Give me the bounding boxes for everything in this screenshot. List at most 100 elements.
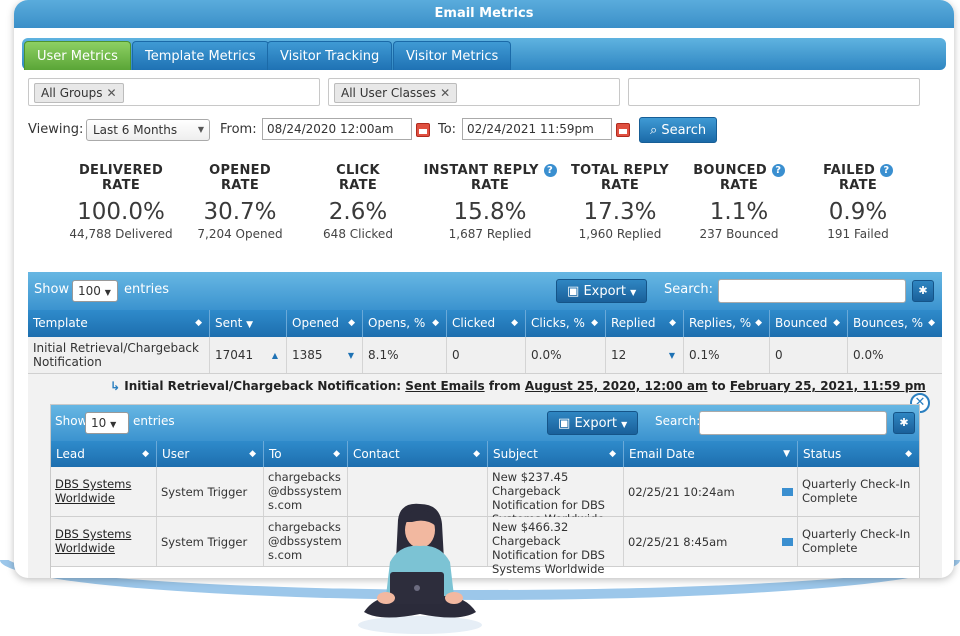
col-replied[interactable]: Replied ◆: [606, 310, 684, 337]
lead-link[interactable]: DBS Systems Worldwide: [55, 477, 131, 505]
cell-clicks-pct: 0.0%: [526, 337, 606, 373]
table-row[interactable]: Initial Retrieval/Chargeback Notificatio…: [28, 337, 942, 374]
inner-page-size-value: 10: [91, 416, 107, 430]
export-icon: ▣: [567, 284, 580, 299]
col-template[interactable]: Template ◆: [28, 310, 210, 337]
period-select[interactable]: Last 6 Months ▼: [86, 119, 210, 141]
calendar-icon[interactable]: [416, 123, 430, 137]
help-icon[interactable]: ?: [879, 164, 893, 177]
window-title: Email Metrics: [14, 0, 954, 28]
stat-bounced-rate: BOUNCED ? RATE 1.1% 237 Bounced: [674, 163, 804, 241]
envelope-icon[interactable]: [782, 488, 793, 496]
cell-email-date-value: 02/25/21 10:24am: [628, 485, 735, 499]
drilldown-from-word: from: [488, 379, 521, 393]
col-bounced-label: Bounced: [775, 316, 828, 330]
stat-sub: 7,204 Opened: [197, 227, 283, 241]
col-subject[interactable]: Subject ◆: [488, 441, 624, 467]
col-bounced[interactable]: Bounced ◆: [770, 310, 848, 337]
tab-visitor-metrics[interactable]: Visitor Metrics: [393, 41, 512, 70]
sort-icon: ◆: [333, 449, 340, 459]
user-classes-chip-label: All User Classes: [341, 86, 437, 100]
col-user[interactable]: User ◆: [157, 441, 264, 467]
inner-export-button[interactable]: ▣ Export ▼: [547, 411, 639, 435]
stat-instant-reply-rate: INSTANT REPLY ? RATE 15.8% 1,687 Replied: [415, 163, 565, 241]
caret-down-icon[interactable]: ▼: [348, 337, 354, 374]
col-lead[interactable]: Lead ◆: [51, 441, 157, 467]
tab-user-metrics[interactable]: User Metrics: [24, 41, 131, 70]
stat-title-line2: RATE: [838, 178, 877, 193]
stat-total-reply-rate: TOTAL REPLY RATE 17.3% 1,960 Replied: [555, 163, 685, 241]
col-clicks-pct[interactable]: Clicks, % ◆: [526, 310, 606, 337]
inner-page-size-select[interactable]: 10 ▼: [85, 412, 129, 434]
col-opens-pct[interactable]: Opens, % ◆: [363, 310, 447, 337]
tab-visitor-tracking[interactable]: Visitor Tracking: [267, 41, 393, 70]
sort-icon: ◆: [348, 318, 355, 328]
remove-user-classes-icon[interactable]: ✕: [440, 86, 450, 100]
caret-down-icon[interactable]: ▼: [669, 337, 675, 374]
col-email-date[interactable]: Email Date ▼: [624, 441, 798, 467]
cell-opens-pct: 8.1%: [363, 337, 447, 373]
gear-icon[interactable]: ✱: [893, 412, 915, 434]
col-contact[interactable]: Contact ◆: [348, 441, 488, 467]
stat-sub: 237 Bounced: [699, 227, 779, 241]
cell-sent: 17041 ▲: [210, 337, 287, 373]
inner-search-input[interactable]: [699, 411, 887, 435]
stat-title: TOTAL REPLY RATE: [555, 163, 685, 193]
col-opened[interactable]: Opened ◆: [287, 310, 363, 337]
groups-chip-label: All Groups: [41, 86, 103, 100]
arrow-return-icon: ↳: [110, 379, 121, 393]
tabs-bar: User Metrics Template Metrics Visitor Tr…: [22, 38, 946, 70]
col-sent[interactable]: Sent ▼: [210, 310, 287, 337]
tab-template-metrics[interactable]: Template Metrics: [132, 41, 269, 70]
user-classes-chip[interactable]: All User Classes ✕: [334, 83, 458, 103]
from-date-input[interactable]: 08/24/2020 12:00am: [262, 118, 412, 140]
cell-user: System Trigger: [157, 467, 264, 516]
cell-lead: DBS Systems Worldwide: [51, 517, 157, 566]
remove-groups-icon[interactable]: ✕: [106, 86, 116, 100]
col-opened-label: Opened: [292, 316, 340, 330]
col-replies-pct[interactable]: Replies, % ◆: [684, 310, 770, 337]
col-to[interactable]: To ◆: [264, 441, 348, 467]
cell-opened: 1385 ▼: [287, 337, 363, 373]
stat-title-line1: CLICK: [336, 163, 380, 178]
col-user-label: User: [162, 447, 190, 461]
col-bounces-pct[interactable]: Bounces, % ◆: [848, 310, 942, 337]
stat-title: OPENED RATE: [175, 163, 305, 193]
viewing-label: Viewing:: [28, 122, 84, 137]
table-search-input[interactable]: [718, 279, 906, 303]
col-clicked[interactable]: Clicked ◆: [447, 310, 526, 337]
groups-filter[interactable]: All Groups ✕: [28, 78, 320, 106]
help-icon[interactable]: ?: [771, 164, 785, 177]
sort-icon: ◆: [928, 318, 935, 328]
entries-label: entries: [124, 282, 170, 297]
cell-replied-value: 12: [611, 348, 627, 362]
inner-show-label: Show: [55, 414, 88, 428]
table-toolbar: Show 100 ▼ entries ▣ Export ▼ Search: ✱: [28, 272, 942, 310]
sort-icon: ◆: [669, 318, 676, 328]
page-size-select[interactable]: 100 ▼: [72, 280, 118, 302]
envelope-icon[interactable]: [782, 538, 793, 546]
lead-link[interactable]: DBS Systems Worldwide: [55, 527, 131, 555]
stat-value: 17.3%: [583, 199, 657, 225]
cell-template: Initial Retrieval/Chargeback Notificatio…: [28, 337, 210, 373]
cell-user: System Trigger: [157, 517, 264, 566]
page-size-value: 100: [78, 284, 101, 298]
sort-icon: ◆: [195, 318, 202, 328]
stat-title: DELIVERED RATE: [56, 163, 186, 193]
stat-title-line1: TOTAL REPLY: [570, 163, 670, 178]
export-button[interactable]: ▣ Export ▼: [556, 279, 648, 303]
third-filter[interactable]: [628, 78, 920, 106]
caret-up-icon[interactable]: ▲: [272, 337, 278, 374]
calendar-icon[interactable]: [616, 123, 630, 137]
col-status[interactable]: Status ◆: [798, 441, 919, 467]
table-header: Template ◆ Sent ▼ Opened ◆ Opens, % ◆ Click…: [28, 310, 942, 337]
cell-email-date: 02/25/21 10:24am: [624, 467, 798, 516]
user-classes-filter[interactable]: All User Classes ✕: [328, 78, 620, 106]
stat-sub: 1,960 Replied: [578, 227, 662, 241]
search-button[interactable]: ⌕ Search: [639, 117, 718, 143]
stat-sub: 1,687 Replied: [448, 227, 532, 241]
to-date-input[interactable]: 02/24/2021 11:59pm: [462, 118, 612, 140]
groups-chip[interactable]: All Groups ✕: [34, 83, 124, 103]
stat-title: BOUNCED ? RATE: [674, 163, 804, 193]
gear-icon[interactable]: ✱: [912, 280, 934, 302]
